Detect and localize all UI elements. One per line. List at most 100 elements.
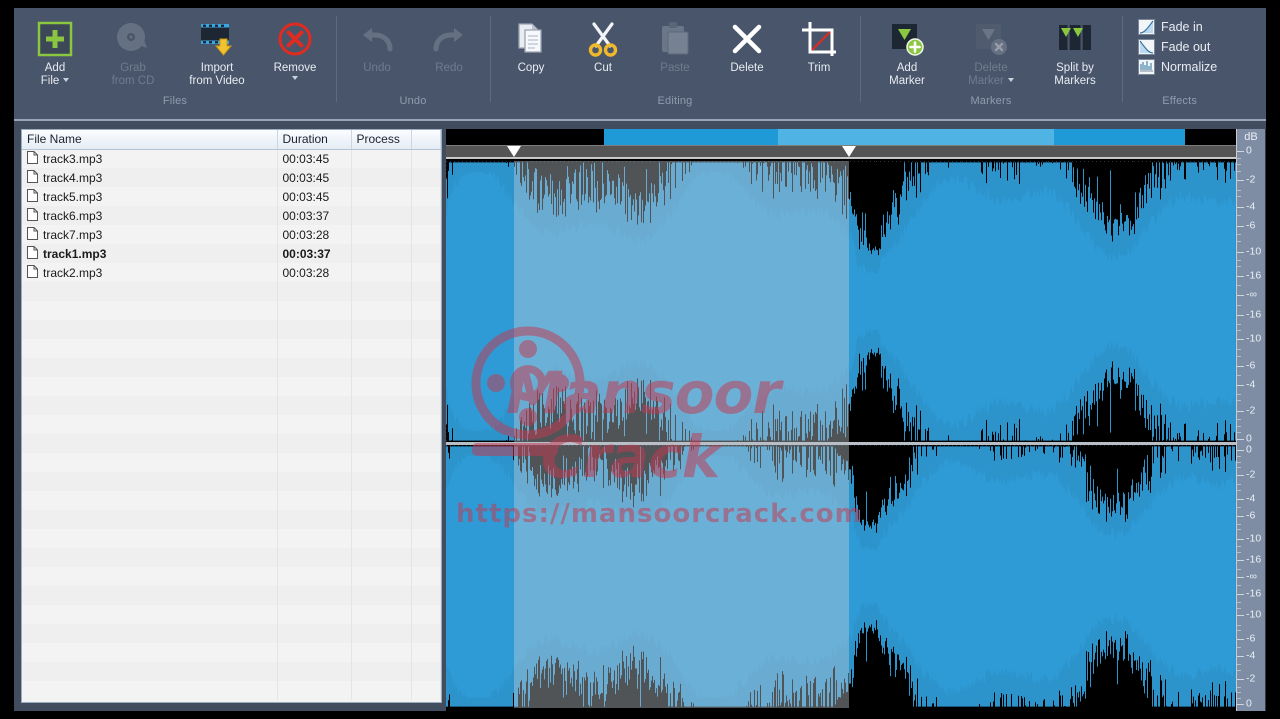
file-name-text: track4.mp3 — [43, 170, 103, 185]
normalize-icon — [1138, 59, 1155, 75]
file-row-empty[interactable] — [22, 624, 441, 643]
channel-right[interactable] — [446, 445, 1236, 708]
delete-button[interactable]: Delete — [712, 14, 782, 75]
add-marker-button[interactable]: Add Marker — [866, 14, 948, 87]
db-tick-minor — [1237, 551, 1241, 553]
file-row-empty[interactable] — [22, 472, 441, 491]
chevron-down-icon[interactable] — [292, 75, 298, 83]
ribbon-toolbar: Add File Grab from CD Import from Video Rem… — [14, 8, 1266, 121]
normalize-button[interactable]: Normalize — [1134, 57, 1221, 77]
file-row-empty[interactable] — [22, 567, 441, 586]
file-row-empty[interactable] — [22, 586, 441, 605]
db-tick-minor — [1237, 585, 1241, 587]
empty-cell — [277, 282, 352, 301]
file-row-empty[interactable] — [22, 434, 441, 453]
db-tick-minor — [1237, 692, 1241, 694]
empty-cell — [277, 301, 352, 320]
cut-label: Cut — [594, 62, 612, 74]
db-tick-minor — [1237, 546, 1241, 548]
channel-stack[interactable]: Mansoor Crack https://mansoorcrack.com — [446, 161, 1236, 711]
file-row[interactable]: track7.mp3 00:03:28 — [22, 225, 441, 244]
add-file-button[interactable]: Add File — [20, 14, 90, 87]
file-row-empty[interactable] — [22, 662, 441, 681]
file-row-empty[interactable] — [22, 358, 441, 377]
file-process-cell — [351, 225, 412, 244]
add-file-icon — [34, 18, 76, 60]
cut-button[interactable]: Cut — [568, 14, 638, 75]
file-list-panel[interactable]: File Name Duration Process track3.mp3 00:03… — [21, 129, 442, 703]
column-header-file-name[interactable]: File Name — [22, 130, 278, 150]
empty-cell — [411, 358, 441, 377]
copy-icon — [510, 18, 552, 60]
file-row[interactable]: track3.mp3 00:03:45 — [22, 149, 441, 168]
file-row-empty[interactable] — [22, 415, 441, 434]
file-name-text: track2.mp3 — [43, 265, 103, 280]
overview-scrollbar[interactable] — [446, 129, 1236, 145]
db-tick-minor — [1237, 374, 1241, 376]
file-row-empty[interactable] — [22, 491, 441, 510]
overview-selection-right[interactable] — [1054, 129, 1185, 145]
file-row-empty[interactable] — [22, 339, 441, 358]
marker-handle-end[interactable] — [841, 146, 856, 157]
db-tick-minor — [1237, 467, 1241, 469]
empty-cell — [277, 472, 352, 491]
db-tick-label: -10 — [1246, 245, 1262, 257]
split-by-markers-button[interactable]: Split by Markers — [1034, 14, 1116, 87]
db-tick — [1237, 338, 1244, 340]
overview-selection-mid[interactable] — [777, 129, 1055, 145]
db-tick — [1237, 179, 1244, 181]
column-header-process[interactable]: Process — [351, 130, 412, 150]
file-row-empty[interactable] — [22, 605, 441, 624]
trim-button[interactable]: Trim — [784, 14, 854, 75]
file-row-empty[interactable] — [22, 301, 441, 320]
file-row-empty[interactable] — [22, 282, 441, 301]
file-row[interactable]: track5.mp3 00:03:45 — [22, 187, 441, 206]
import-from-video-button[interactable]: Import from Video — [176, 14, 258, 87]
waveform-editor[interactable]: Mansoor Crack https://mansoorcrack.com d… — [446, 129, 1266, 711]
empty-cell — [277, 358, 352, 377]
ribbon-group-label: Markers — [970, 95, 1012, 107]
empty-cell — [22, 339, 278, 358]
chevron-down-icon[interactable] — [63, 78, 70, 83]
db-tick-minor — [1237, 266, 1241, 268]
empty-cell — [351, 434, 412, 453]
file-row[interactable]: track6.mp3 00:03:37 — [22, 206, 441, 225]
fade-in-button[interactable]: Fade in — [1134, 17, 1221, 37]
empty-cell — [351, 339, 412, 358]
column-header-duration[interactable]: Duration — [277, 130, 352, 150]
file-row[interactable]: track1.mp3 00:03:37 — [22, 244, 441, 263]
timeline-ruler[interactable] — [446, 145, 1236, 159]
db-tick-minor — [1237, 602, 1241, 604]
file-row[interactable]: track2.mp3 00:03:28 — [22, 263, 441, 282]
db-tick-label: -∞ — [1246, 288, 1257, 301]
file-row-empty[interactable] — [22, 548, 441, 567]
file-row-empty[interactable] — [22, 453, 441, 472]
file-row-empty[interactable] — [22, 377, 441, 396]
empty-cell — [22, 567, 278, 586]
db-tick — [1237, 678, 1244, 680]
file-row-empty[interactable] — [22, 320, 441, 339]
db-tick-minor — [1237, 607, 1241, 609]
file-row-empty[interactable] — [22, 510, 441, 529]
db-tick — [1237, 251, 1244, 253]
overview-selection-left[interactable] — [604, 129, 778, 145]
copy-button[interactable]: Copy — [496, 14, 566, 75]
crop-icon — [798, 18, 840, 60]
remove-button[interactable]: Remove — [260, 14, 330, 83]
file-row-empty[interactable] — [22, 529, 441, 548]
channel-left[interactable] — [446, 161, 1236, 445]
marker-handle-start[interactable] — [506, 146, 521, 157]
empty-cell — [22, 472, 278, 491]
db-tick — [1237, 450, 1244, 452]
add-file-label: Add File — [41, 62, 70, 87]
file-row[interactable]: track4.mp3 00:03:45 — [22, 168, 441, 187]
file-row-empty[interactable] — [22, 396, 441, 415]
split-markers-icon — [1054, 18, 1096, 60]
fade-out-button[interactable]: Fade out — [1134, 37, 1221, 57]
chevron-down-icon[interactable] — [1007, 78, 1014, 83]
file-duration-cell: 00:03:37 — [277, 244, 352, 263]
empty-cell — [411, 586, 441, 605]
file-row-empty[interactable] — [22, 643, 441, 662]
db-tick — [1237, 206, 1244, 208]
file-row-empty[interactable] — [22, 681, 441, 700]
